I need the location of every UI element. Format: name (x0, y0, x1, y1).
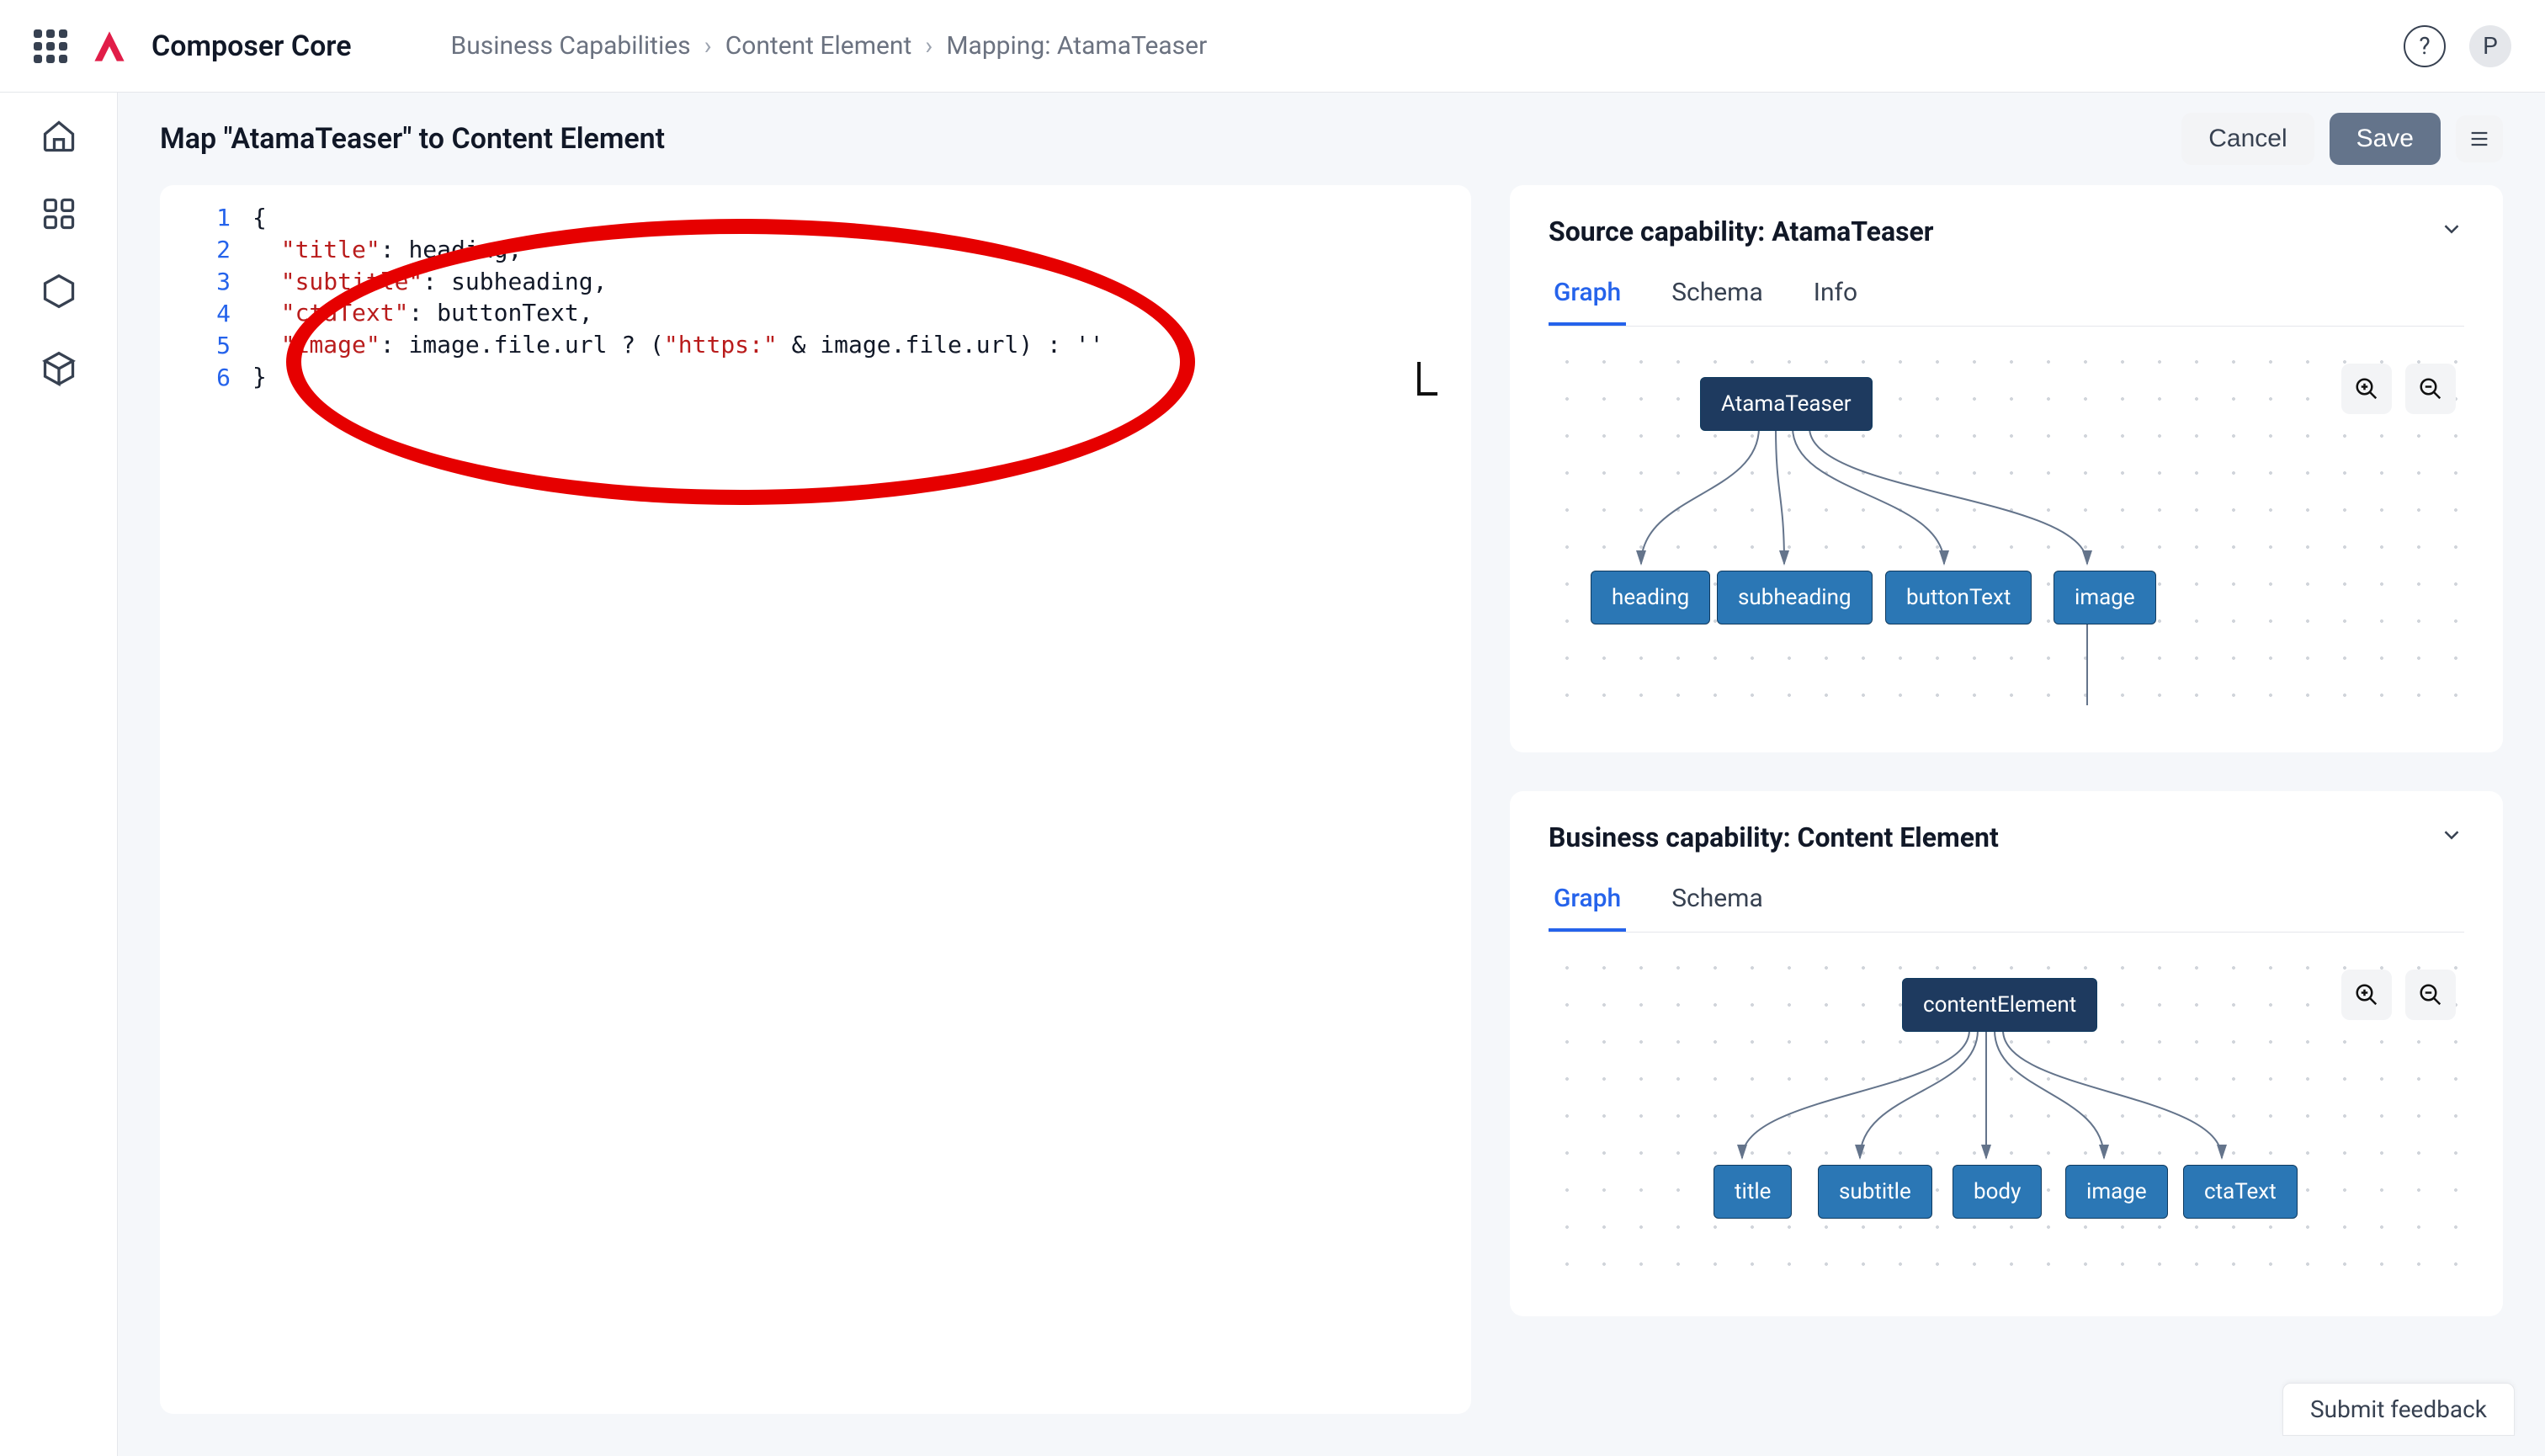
code-lines[interactable]: { "title": heading, "subtitle": subheadi… (252, 202, 1471, 394)
zoom-out-icon[interactable] (2405, 364, 2456, 414)
text-cursor (1417, 362, 1437, 396)
zoom-in-icon[interactable] (2341, 970, 2392, 1020)
apps-grid-icon[interactable] (34, 29, 67, 63)
zoom-out-icon[interactable] (2405, 970, 2456, 1020)
cube-icon[interactable] (40, 350, 77, 387)
tab-graph[interactable]: Graph (1549, 872, 1626, 932)
avatar[interactable]: P (2469, 25, 2511, 67)
graph-node-subtitle[interactable]: subtitle (1818, 1165, 1932, 1219)
graph-node-image[interactable]: image (2054, 571, 2156, 624)
graph-node-buttontext[interactable]: buttonText (1885, 571, 2032, 624)
breadcrumb-mapping[interactable]: Mapping: AtamaTeaser (946, 31, 1207, 61)
business-capability-panel: Business capability: Content Element Gra… (1510, 791, 2503, 1316)
app-logo[interactable] (91, 28, 128, 65)
submit-feedback-button[interactable]: Submit feedback (2282, 1383, 2515, 1436)
breadcrumb-business-capabilities[interactable]: Business Capabilities (451, 31, 691, 61)
code-editor-panel: 1 2 3 4 5 6 { "title": heading, "subtitl… (160, 185, 1471, 1414)
home-icon[interactable] (40, 118, 77, 155)
business-tabs: Graph Schema (1549, 872, 2464, 933)
tab-info[interactable]: Info (1809, 266, 1862, 326)
graph-node-title[interactable]: title (1713, 1165, 1792, 1219)
app-name: Composer Core (151, 29, 352, 63)
chevron-right-icon: › (925, 31, 932, 61)
source-capability-panel: Source capability: AtamaTeaser Graph Sch… (1510, 185, 2503, 752)
hexagon-icon[interactable] (40, 273, 77, 310)
graph-node-root[interactable]: contentElement (1902, 978, 2097, 1032)
source-tabs: Graph Schema Info (1549, 266, 2464, 327)
graph-node-root[interactable]: AtamaTeaser (1700, 377, 1873, 431)
graph-node-ctatext[interactable]: ctaText (2183, 1165, 2298, 1219)
save-button[interactable]: Save (2330, 113, 2441, 165)
graph-edges (1549, 343, 2464, 722)
source-panel-title: Source capability: AtamaTeaser (1549, 215, 1934, 247)
source-graph[interactable]: AtamaTeaser heading subheading buttonTex… (1549, 343, 2464, 722)
business-graph[interactable]: contentElement title subtitle body image… (1549, 949, 2464, 1286)
help-icon[interactable]: ? (2404, 25, 2446, 67)
line-gutter: 1 2 3 4 5 6 (160, 202, 252, 394)
top-bar: Composer Core Business Capabilities › Co… (0, 0, 2545, 93)
capabilities-icon[interactable] (40, 195, 77, 232)
graph-node-body[interactable]: body (1953, 1165, 2042, 1219)
chevron-down-icon[interactable] (2439, 216, 2464, 247)
page-header: Map "AtamaTeaser" to Content Element Can… (118, 93, 2545, 185)
business-panel-title: Business capability: Content Element (1549, 821, 1999, 853)
sidebar (0, 93, 118, 1456)
graph-node-heading[interactable]: heading (1591, 571, 1710, 624)
tab-schema[interactable]: Schema (1666, 266, 1768, 326)
graph-node-subheading[interactable]: subheading (1717, 571, 1873, 624)
page-title: Map "AtamaTeaser" to Content Element (160, 122, 665, 156)
chevron-down-icon[interactable] (2439, 822, 2464, 853)
zoom-in-icon[interactable] (2341, 364, 2392, 414)
graph-node-image[interactable]: image (2065, 1165, 2168, 1219)
tab-graph[interactable]: Graph (1549, 266, 1626, 326)
chevron-right-icon: › (704, 31, 712, 61)
tab-schema[interactable]: Schema (1666, 872, 1768, 932)
breadcrumb-content-element[interactable]: Content Element (725, 31, 912, 61)
menu-icon[interactable] (2456, 115, 2503, 162)
cancel-button[interactable]: Cancel (2181, 113, 2314, 165)
breadcrumb: Business Capabilities › Content Element … (451, 31, 1208, 61)
code-editor[interactable]: 1 2 3 4 5 6 { "title": heading, "subtitl… (160, 202, 1471, 394)
